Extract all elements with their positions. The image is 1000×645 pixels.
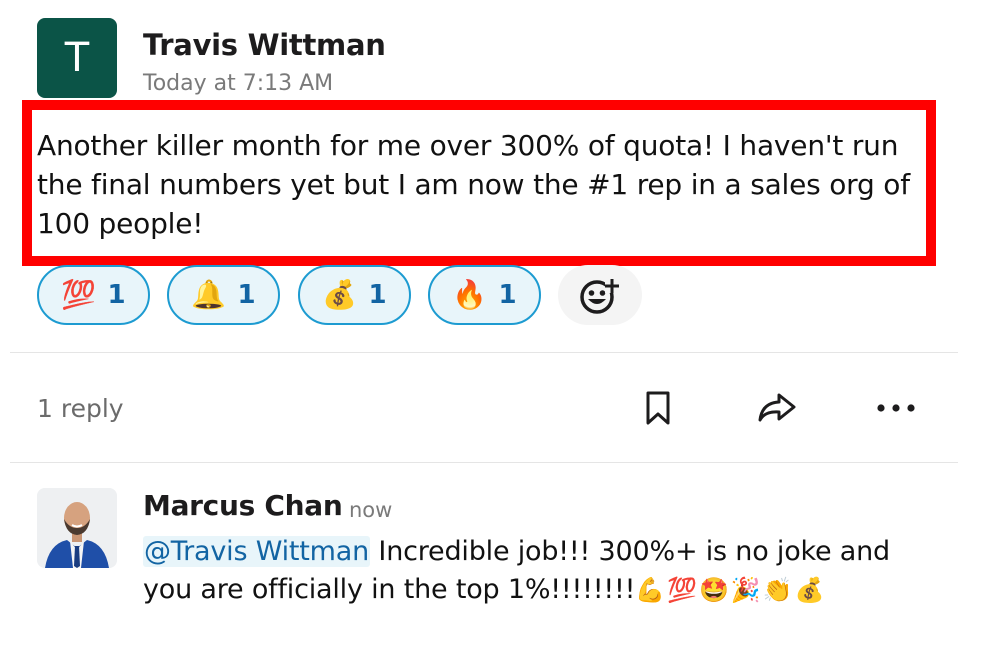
reaction-count: 1 bbox=[368, 280, 387, 310]
reaction-count: 1 bbox=[237, 280, 256, 310]
reply-count-link[interactable]: 1 reply bbox=[37, 394, 124, 423]
more-actions-button[interactable] bbox=[871, 383, 921, 433]
more-icon bbox=[877, 404, 915, 412]
reply-avatar[interactable] bbox=[37, 488, 117, 568]
user-mention[interactable]: @Travis Wittman bbox=[143, 536, 371, 567]
add-reaction-button[interactable] bbox=[558, 265, 642, 325]
bell-icon: 🔔 bbox=[191, 278, 226, 311]
money-bag-icon: 💰 bbox=[322, 278, 357, 311]
author-name[interactable]: Travis Wittman bbox=[143, 28, 386, 62]
person-photo-icon bbox=[37, 488, 117, 568]
fire-icon: 🔥 bbox=[452, 278, 487, 311]
reaction-bell[interactable]: 🔔 1 bbox=[167, 265, 280, 325]
reply-text: @Travis Wittman Incredible job!!! 300%+ … bbox=[143, 533, 943, 609]
reply-emojis: 💪💯🤩🎉👏💰 bbox=[635, 576, 827, 604]
bookmark-icon bbox=[646, 391, 670, 425]
reply-author-name[interactable]: Marcus Chan bbox=[143, 489, 343, 522]
share-icon bbox=[758, 393, 796, 422]
author-avatar[interactable]: T bbox=[37, 18, 117, 98]
divider bbox=[10, 462, 958, 463]
bookmark-button[interactable] bbox=[633, 383, 683, 433]
add-emoji-icon bbox=[580, 279, 619, 314]
reply-timestamp[interactable]: now bbox=[349, 498, 392, 522]
hundred-points-icon: 💯 bbox=[61, 278, 96, 311]
reaction-count: 1 bbox=[498, 280, 517, 310]
reaction-hundred-points[interactable]: 💯 1 bbox=[37, 265, 150, 325]
reaction-money-bag[interactable]: 💰 1 bbox=[298, 265, 411, 325]
reaction-count: 1 bbox=[107, 280, 126, 310]
message-text: Another killer month for me over 300% of… bbox=[37, 129, 910, 240]
divider bbox=[10, 352, 958, 353]
reaction-fire[interactable]: 🔥 1 bbox=[428, 265, 541, 325]
share-button[interactable] bbox=[752, 383, 802, 433]
message-timestamp[interactable]: Today at 7:13 AM bbox=[143, 71, 333, 96]
